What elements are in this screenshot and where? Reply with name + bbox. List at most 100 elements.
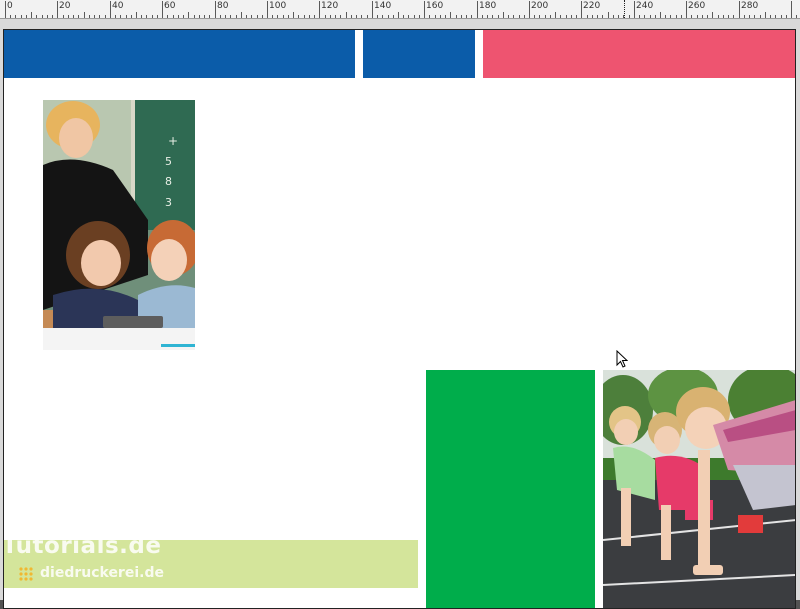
ruler-minor-tick (728, 15, 729, 18)
ruler-minor-tick (68, 15, 69, 18)
ruler-minor-tick (702, 15, 703, 18)
ruler-minor-tick (670, 15, 671, 18)
classroom-photo[interactable]: + 5 8 3 (43, 100, 195, 350)
ruler-minor-tick (796, 15, 797, 18)
ruler-minor-tick (513, 15, 514, 18)
pasteboard: + 5 8 3 Tutorials.de diedruckerei.de (0, 19, 800, 609)
ruler-minor-tick (781, 15, 782, 18)
ruler-minor-tick (492, 15, 493, 18)
ruler-tick (136, 12, 137, 18)
ruler-minor-tick (204, 15, 205, 18)
ruler-minor-tick (105, 15, 106, 18)
ruler-minor-tick (691, 15, 692, 18)
ruler-minor-tick (613, 15, 614, 18)
ruler-minor-tick (419, 15, 420, 18)
ruler-minor-tick (335, 15, 336, 18)
ruler-label: 220 (583, 1, 601, 11)
ruler-minor-tick (173, 15, 174, 18)
ruler-tick (634, 1, 635, 18)
ruler-minor-tick (665, 15, 666, 18)
ruler-tick (346, 12, 347, 18)
ruler-minor-tick (770, 15, 771, 18)
horizontal-ruler[interactable]: 0 20 40 60 80 100 120 140 160 180 200 220 240 260 280 (0, 0, 800, 19)
ruler-tick (608, 12, 609, 18)
ruler-minor-tick (251, 15, 252, 18)
ruler-minor-tick (115, 15, 116, 18)
ruler-minor-tick (120, 15, 121, 18)
ruler-minor-tick (131, 15, 132, 18)
ruler-minor-tick (52, 15, 53, 18)
watermark-tutorials: Tutorials.de (3, 533, 162, 559)
ruler-label: 120 (321, 1, 339, 11)
pink-bar-frame[interactable] (483, 30, 795, 78)
svg-text:5: 5 (165, 155, 172, 168)
ruler-minor-tick (550, 15, 551, 18)
ruler-minor-tick (272, 15, 273, 18)
ruler-minor-tick (330, 15, 331, 18)
ruler-minor-tick (644, 15, 645, 18)
ruler-minor-tick (445, 15, 446, 18)
ruler-minor-tick (236, 15, 237, 18)
ruler-minor-tick (283, 15, 284, 18)
kids-running-photo[interactable] (603, 370, 795, 608)
ruler-minor-tick (99, 15, 100, 18)
ruler-minor-tick (471, 15, 472, 18)
ruler-minor-tick (257, 15, 258, 18)
ruler-minor-tick (602, 15, 603, 18)
ruler-minor-tick (21, 15, 22, 18)
ruler-minor-tick (707, 15, 708, 18)
ruler-minor-tick (414, 15, 415, 18)
ruler-tick (57, 1, 58, 18)
ruler-minor-tick (744, 15, 745, 18)
ruler-minor-tick (560, 15, 561, 18)
ruler-minor-tick (697, 15, 698, 18)
ruler-tick (529, 1, 530, 18)
ruler-minor-tick (539, 15, 540, 18)
ruler-minor-tick (597, 15, 598, 18)
ruler-tick (555, 12, 556, 18)
ruler-minor-tick (230, 15, 231, 18)
ruler-minor-tick (314, 15, 315, 18)
ruler-minor-tick (225, 15, 226, 18)
ruler-minor-tick (262, 15, 263, 18)
document-page[interactable]: + 5 8 3 Tutorials.de diedruckerei.de (3, 29, 796, 609)
ruler-minor-tick (408, 15, 409, 18)
ruler-label: 260 (688, 1, 706, 11)
ruler-minor-tick (650, 15, 651, 18)
ruler-minor-tick (78, 15, 79, 18)
ruler-tick (319, 1, 320, 18)
ruler-minor-tick (209, 15, 210, 18)
kids-running-photo-image (603, 370, 795, 608)
ruler-minor-tick (775, 15, 776, 18)
ruler-tick (267, 1, 268, 18)
ruler-minor-tick (73, 15, 74, 18)
ruler-minor-tick (456, 15, 457, 18)
ruler-minor-tick (351, 15, 352, 18)
ruler-minor-tick (592, 15, 593, 18)
ruler-minor-tick (623, 15, 624, 18)
ruler-tick (31, 12, 32, 18)
ruler-minor-tick (63, 15, 64, 18)
watermark-diedruckerei: diedruckerei.de (40, 565, 164, 581)
ruler-tick (398, 12, 399, 18)
ruler-label: 60 (164, 1, 176, 11)
ruler-tick (712, 12, 713, 18)
ruler-minor-tick (754, 15, 755, 18)
ruler-minor-tick (47, 15, 48, 18)
ruler-minor-tick (304, 15, 305, 18)
ruler-minor-tick (749, 15, 750, 18)
ruler-minor-tick (89, 15, 90, 18)
ruler-minor-tick (152, 15, 153, 18)
ruler-minor-tick (733, 15, 734, 18)
blue-bar-middle-frame[interactable] (363, 30, 475, 78)
ruler-minor-tick (340, 15, 341, 18)
ruler-tick (188, 12, 189, 18)
ruler-tick (372, 1, 373, 18)
ruler-minor-tick (655, 15, 656, 18)
svg-text:+: + (168, 134, 178, 148)
blue-bar-left-frame[interactable] (4, 30, 355, 78)
green-block-frame[interactable] (426, 370, 595, 608)
ruler-minor-tick (220, 15, 221, 18)
ruler-minor-tick (26, 15, 27, 18)
ruler-minor-tick (403, 15, 404, 18)
